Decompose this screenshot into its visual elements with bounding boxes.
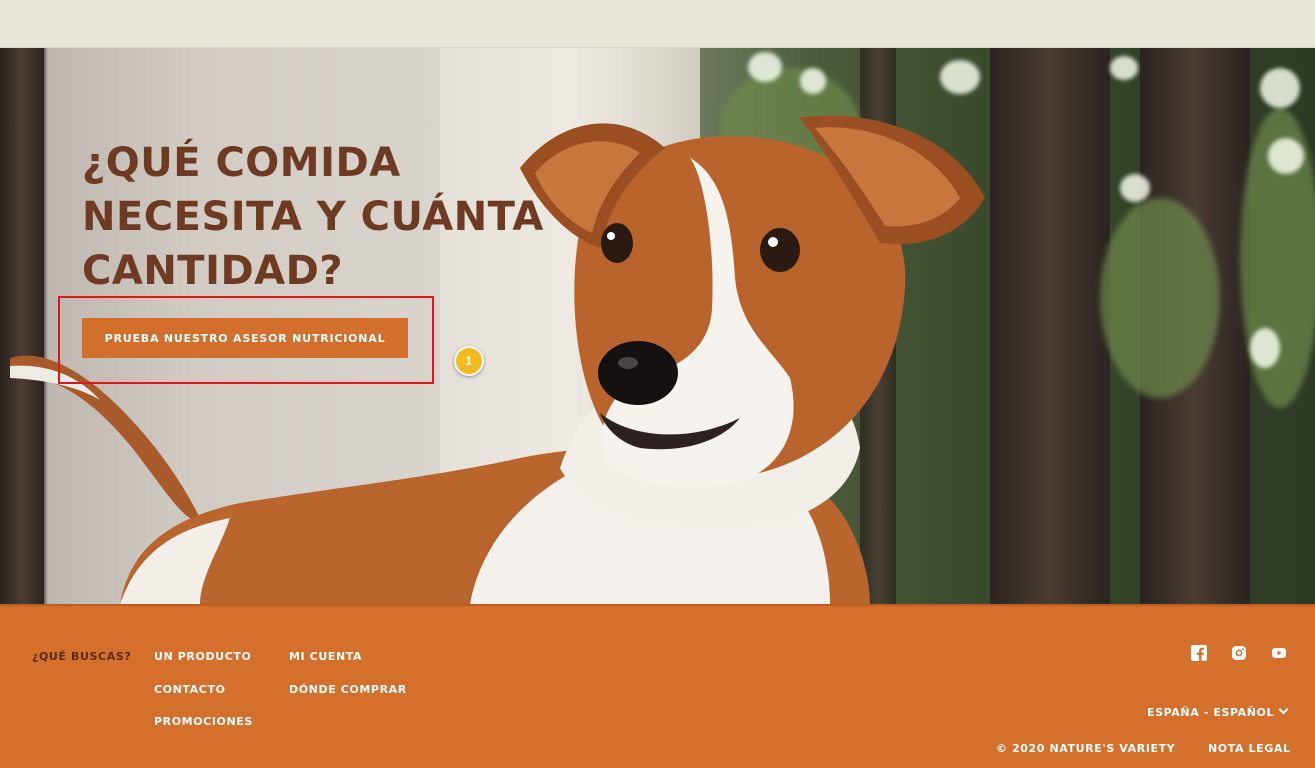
- annotation-highlight-box: [58, 296, 434, 384]
- footer-link-contact[interactable]: CONTACTO: [154, 683, 226, 696]
- legal-notice-link[interactable]: NOTA LEGAL: [1208, 742, 1291, 755]
- chevron-down-icon: [1278, 704, 1289, 715]
- footer-question-label: ¿QUÉ BUSCAS?: [32, 650, 132, 663]
- top-navigation-bar: [0, 0, 1315, 48]
- language-selector[interactable]: ESPAÑA - ESPAÑOL: [1147, 704, 1289, 719]
- footer-link-account[interactable]: MI CUENTA: [289, 650, 362, 663]
- annotation-marker: 1: [454, 346, 484, 376]
- hero-headline: ¿QUÉ COMIDA NECESITA Y CUÁNTA CANTIDAD?: [82, 136, 582, 298]
- language-selector-label: ESPAÑA - ESPAÑOL: [1147, 706, 1275, 719]
- site-footer: ¿QUÉ BUSCAS? UN PRODUCTO MI CUENTA CONTA…: [0, 604, 1315, 768]
- footer-link-promotions[interactable]: PROMOCIONES: [154, 715, 253, 728]
- headline-line-2: NECESITA Y CUÁNTA: [82, 194, 544, 240]
- headline-line-3: CANTIDAD?: [82, 248, 344, 294]
- headline-line-1: ¿QUÉ COMIDA: [82, 140, 401, 186]
- facebook-icon[interactable]: [1191, 645, 1207, 661]
- youtube-icon[interactable]: [1271, 645, 1287, 661]
- instagram-icon[interactable]: [1231, 645, 1247, 661]
- copyright-text: © 2020 NATURE'S VARIETY: [996, 742, 1176, 755]
- footer-link-where-to-buy[interactable]: DÓNDE COMPRAR: [289, 683, 407, 696]
- footer-link-product[interactable]: UN PRODUCTO: [154, 650, 251, 663]
